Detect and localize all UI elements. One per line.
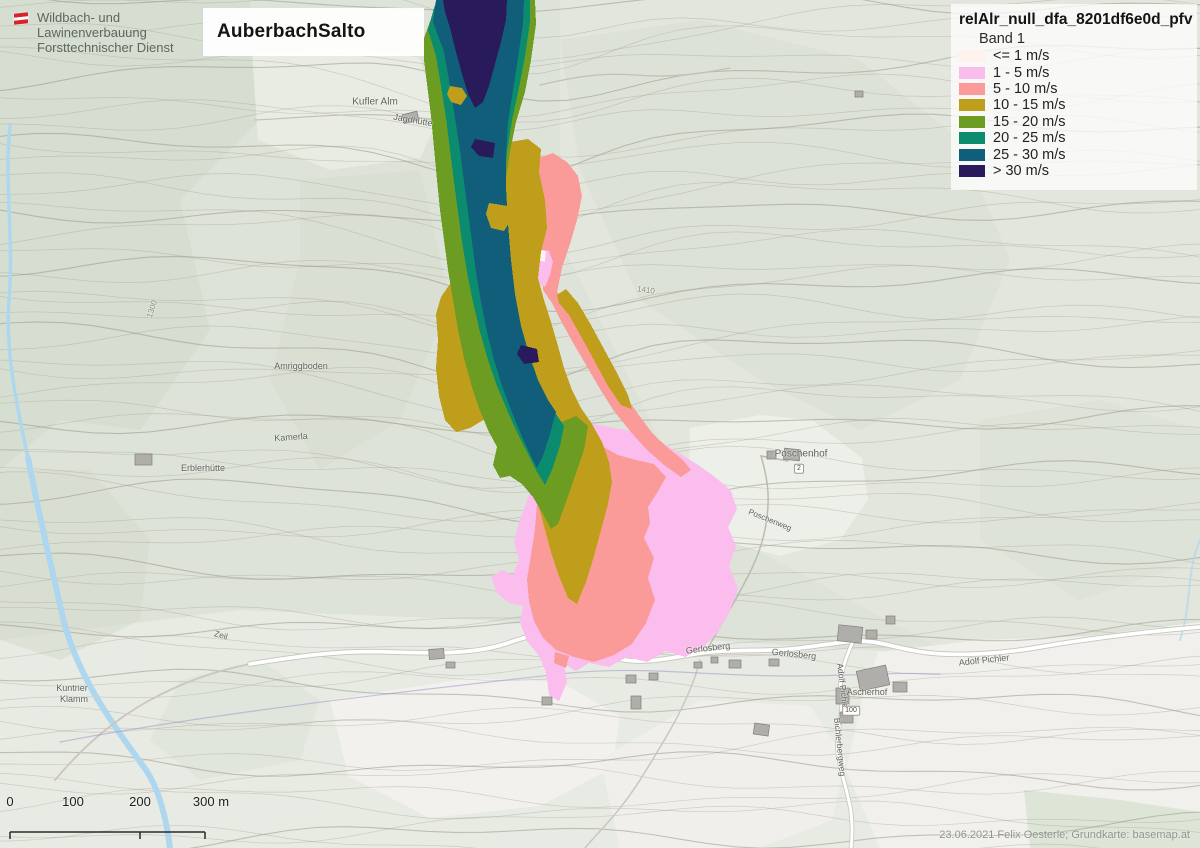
legend-label: 15 - 20 m/s	[993, 114, 1066, 130]
map-title-box: AuberbachSalto	[203, 8, 424, 56]
legend-item: 10 - 15 m/s	[959, 97, 1197, 113]
org-line: Lawinenverbauung	[37, 25, 174, 40]
legend-item: 20 - 25 m/s	[959, 130, 1197, 146]
legend-label: 5 - 10 m/s	[993, 81, 1057, 97]
legend-item: 15 - 20 m/s	[959, 114, 1197, 130]
legend-item: 25 - 30 m/s	[959, 146, 1197, 162]
legend-swatch	[959, 99, 985, 111]
legend-item: > 30 m/s	[959, 163, 1197, 179]
legend-label: 1 - 5 m/s	[993, 65, 1049, 81]
org-line: Forsttechnischer Dienst	[37, 40, 174, 55]
legend-label: <= 1 m/s	[993, 48, 1049, 64]
legend-swatch	[959, 116, 985, 128]
attribution: 23.06.2021 Felix Oesterle; Grundkarte: b…	[939, 829, 1190, 841]
org-logo: Wildbach- und Lawinenverbauung Forsttech…	[14, 10, 174, 55]
legend-swatch	[959, 149, 985, 161]
scale-bar: 0 100 200 300 m	[6, 792, 256, 842]
legend-label: > 30 m/s	[993, 163, 1049, 179]
legend-swatch	[959, 83, 985, 95]
legend-swatch	[959, 67, 985, 79]
legend-title: relAlr_null_dfa_8201df6e0d_pfv	[959, 11, 1197, 29]
legend-swatch	[959, 50, 985, 62]
legend-label: 20 - 25 m/s	[993, 130, 1066, 146]
legend-item: <= 1 m/s	[959, 48, 1197, 64]
org-line: Wildbach- und	[37, 10, 174, 25]
legend-band-label: Band 1	[979, 31, 1197, 47]
legend-item: 1 - 5 m/s	[959, 64, 1197, 80]
page-title: AuberbachSalto	[203, 21, 366, 43]
austria-flag-icon	[14, 12, 28, 24]
legend-item: 5 - 10 m/s	[959, 81, 1197, 97]
legend-panel: relAlr_null_dfa_8201df6e0d_pfv Band 1 <=…	[951, 4, 1197, 190]
scale-bar-line	[6, 792, 256, 842]
org-name: Wildbach- und Lawinenverbauung Forsttech…	[37, 10, 174, 55]
legend-label: 25 - 30 m/s	[993, 147, 1066, 163]
legend-swatch	[959, 165, 985, 177]
legend-swatch	[959, 132, 985, 144]
legend-label: 10 - 15 m/s	[993, 97, 1066, 113]
